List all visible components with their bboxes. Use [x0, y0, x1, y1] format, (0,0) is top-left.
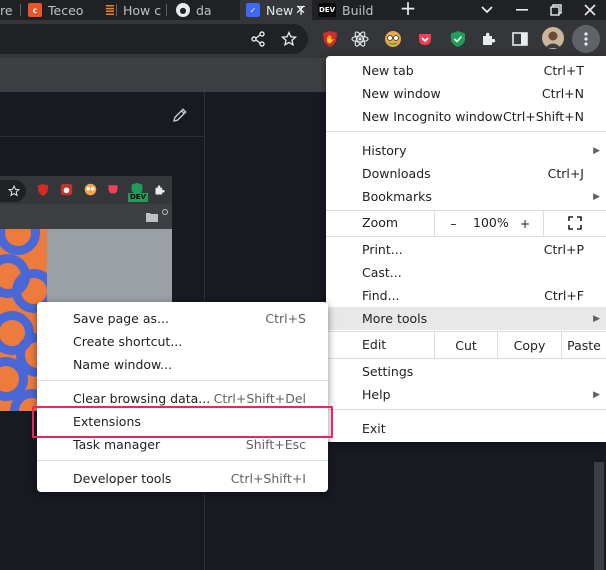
row-divider	[0, 136, 204, 137]
menu-item-new-window[interactable]: New window Ctrl+N	[326, 82, 606, 105]
avatar-extension-icon[interactable]	[383, 29, 403, 49]
menu-item-history[interactable]: History ▶	[326, 139, 606, 162]
menu-item-help[interactable]: Help ▶	[326, 383, 606, 406]
menu-item-print[interactable]: Print... Ctrl+P	[326, 238, 606, 261]
tab-title: Teceo	[48, 2, 84, 18]
ublock-icon[interactable]: ✋	[320, 29, 340, 49]
tab-active[interactable]: ✓ New T ✕	[240, 0, 312, 20]
new-tab-button[interactable]: +	[398, 0, 418, 19]
github-icon: ●	[176, 3, 190, 17]
more-tools-submenu: Save page as... Ctrl+S Create shortcut..…	[37, 302, 328, 492]
menu-item-bookmarks[interactable]: Bookmarks ▶	[326, 185, 606, 208]
tab-title: da	[196, 2, 212, 18]
menu-item-cast[interactable]: Cast...	[326, 261, 606, 284]
close-tab-icon[interactable]: ✕	[295, 3, 306, 18]
restore-icon[interactable]	[544, 0, 568, 20]
menu-separator	[326, 409, 606, 410]
menu-item-create-shortcut[interactable]: Create shortcut...	[37, 330, 328, 353]
pencil-icon[interactable]	[171, 106, 189, 124]
tab-title: re	[0, 2, 13, 18]
menu-item-new-incognito-window[interactable]: New Incognito window Ctrl+Shift+N	[326, 105, 606, 128]
zoom-out-button[interactable]: –	[434, 210, 472, 236]
ublock-icon	[37, 184, 49, 196]
dev-badge: DEV	[128, 193, 149, 202]
tab-title: How c	[123, 2, 162, 18]
zoom-level: 100%	[473, 215, 509, 230]
zoom-in-button[interactable]: +	[507, 210, 543, 236]
shield-check-icon[interactable]	[448, 29, 468, 49]
minimize-icon[interactable]	[510, 0, 534, 20]
submenu-arrow-icon: ▶	[593, 389, 600, 400]
react-devtools-icon[interactable]	[350, 29, 370, 49]
pocket-icon[interactable]	[415, 29, 435, 49]
menu-item-new-tab[interactable]: New tab Ctrl+T	[326, 59, 606, 82]
bookmark-favicon-icon	[162, 209, 168, 215]
submenu-arrow-icon: ▶	[593, 145, 600, 156]
pocket-icon	[108, 185, 118, 194]
embedded-bookmarks-bar	[0, 204, 172, 229]
chrome-main-menu: New tab Ctrl+T New window Ctrl+N New Inc…	[326, 56, 606, 442]
c-logo-icon: c	[28, 3, 42, 17]
share-icon[interactable]	[248, 29, 268, 49]
menu-item-more-tools[interactable]: More tools ▶	[326, 307, 606, 330]
extensions-highlight-box	[32, 406, 333, 438]
kebab-menu-icon[interactable]	[572, 25, 600, 53]
avatar-extension-icon	[84, 183, 97, 196]
tab[interactable]: ● da	[170, 0, 238, 20]
fullscreen-icon	[568, 216, 582, 230]
zoom-row: Zoom – 100% +	[326, 210, 606, 236]
tab-separator	[166, 4, 167, 16]
submenu-arrow-icon: ▶	[593, 313, 600, 324]
tab-strip: re c Teceo ≣ How c ● da ✓ New T ✕ DEV Bu…	[0, 0, 606, 20]
edit-row: Edit Cut Copy Paste	[326, 332, 606, 358]
folder-icon	[146, 213, 158, 222]
menu-separator	[326, 358, 606, 359]
app-logo-icon: ✓	[246, 3, 260, 17]
star-icon[interactable]	[279, 29, 299, 49]
menu-separator	[326, 236, 606, 237]
dev-icon: DEV	[318, 3, 336, 17]
cut-button[interactable]: Cut	[434, 332, 497, 358]
submenu-arrow-icon: ▶	[593, 191, 600, 202]
menu-item-find[interactable]: Find... Ctrl+F	[326, 284, 606, 307]
svg-text:✋: ✋	[325, 34, 335, 44]
menu-separator	[37, 460, 328, 461]
tab-separator	[20, 4, 21, 16]
cat-extension-icon	[60, 183, 73, 196]
paste-button[interactable]: Paste	[561, 332, 606, 358]
stackoverflow-icon: ≣	[104, 2, 116, 18]
puzzle-icon	[155, 185, 165, 195]
menu-item-name-window[interactable]: Name window...	[37, 353, 328, 376]
star-icon	[8, 185, 20, 197]
scrollbar-thumb[interactable]	[594, 462, 604, 570]
menu-item-developer-tools[interactable]: Developer tools Ctrl+Shift+I	[37, 467, 328, 490]
close-window-icon[interactable]	[578, 0, 602, 20]
copy-button[interactable]: Copy	[497, 332, 561, 358]
tab[interactable]: re	[0, 0, 20, 20]
embedded-address-bar	[0, 180, 26, 202]
menu-item-downloads[interactable]: Downloads Ctrl+J	[326, 162, 606, 185]
menu-separator	[37, 380, 328, 381]
fullscreen-button[interactable]	[543, 210, 606, 236]
menu-item-save-page-as[interactable]: Save page as... Ctrl+S	[37, 307, 328, 330]
puzzle-icon[interactable]	[479, 29, 499, 49]
tab-search-icon[interactable]	[475, 0, 499, 20]
browser-toolbar: ✋	[0, 20, 606, 58]
menu-item-settings[interactable]: Settings	[326, 360, 606, 383]
tab[interactable]: ≣ How c	[97, 0, 163, 20]
tab[interactable]: DEV Build	[312, 0, 392, 20]
menu-item-exit[interactable]: Exit	[326, 417, 606, 440]
sidebar-icon[interactable]	[510, 29, 530, 49]
menu-separator	[326, 131, 606, 132]
tab-title: Build	[342, 2, 374, 18]
profile-avatar[interactable]	[542, 27, 564, 49]
